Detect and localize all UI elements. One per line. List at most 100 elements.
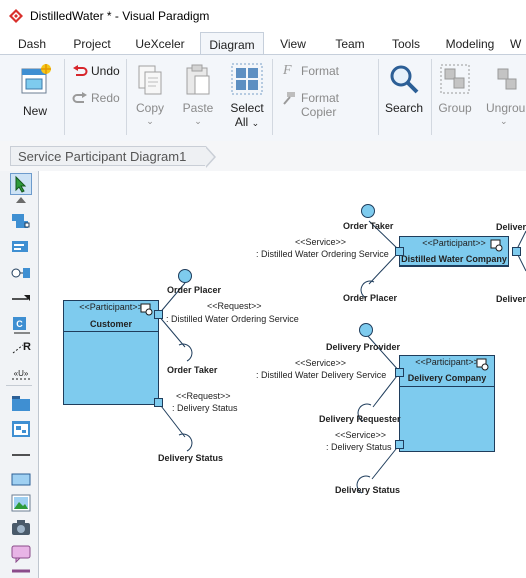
- dwc-port-ordering[interactable]: [395, 247, 404, 256]
- redo-button[interactable]: Redo: [70, 90, 122, 108]
- selection-tool-icon[interactable]: [10, 173, 32, 195]
- redo-icon: [72, 92, 87, 103]
- compartment-divider: [400, 265, 508, 266]
- separator: [126, 59, 127, 135]
- service-name-2: : Distilled Water Delivery Service: [256, 370, 387, 380]
- participant-name: Customer: [89, 319, 132, 329]
- package-tool-icon[interactable]: [10, 393, 32, 413]
- image-tool-icon[interactable]: [10, 493, 32, 513]
- participant-name: Distilled Water Company: [401, 254, 507, 264]
- chevron-down-icon: ⌄: [146, 116, 154, 126]
- tab-view[interactable]: View: [268, 32, 318, 54]
- format-icon: F: [283, 63, 292, 78]
- format-copier-button[interactable]: Format Copier: [280, 90, 376, 119]
- redo-label: Redo: [91, 91, 120, 105]
- ungroup-icon: [497, 68, 517, 90]
- delivery-label-top: Delivery: [496, 222, 526, 232]
- copy-button[interactable]: Copy ⌄: [130, 61, 170, 135]
- order-placer-interface[interactable]: [178, 269, 192, 283]
- paste-button[interactable]: Paste ⌄: [177, 61, 219, 135]
- format-copier-label: Format Copier: [301, 91, 340, 119]
- realization-tool-icon[interactable]: R: [10, 339, 32, 359]
- delivery-provider-interface[interactable]: [359, 323, 373, 337]
- search-label: Search: [384, 101, 424, 115]
- separator: [272, 59, 273, 135]
- new-label: New: [22, 104, 47, 118]
- separator: [431, 59, 432, 135]
- delivery-requester-label: Delivery Requester: [319, 414, 401, 424]
- undo-button[interactable]: Undo: [70, 63, 122, 81]
- chevron-down-icon: ⌄: [251, 118, 260, 128]
- tab-tools[interactable]: Tools: [381, 32, 431, 54]
- delivery-company-port-delivery[interactable]: [395, 368, 404, 377]
- service-stereotype-3: <<Service>>: [335, 430, 387, 440]
- breadcrumb[interactable]: Service Participant Diagram1: [10, 146, 206, 166]
- use-tool-icon[interactable]: «U»: [10, 363, 32, 383]
- tab-window[interactable]: W: [510, 32, 526, 54]
- ungroup-button[interactable]: Ungroup ⌄: [482, 61, 526, 135]
- note-tool-icon[interactable]: [10, 543, 32, 563]
- compartment-divider: [400, 386, 494, 387]
- tab-uexceler[interactable]: UeXceler: [126, 32, 194, 54]
- delivery-company-port-status[interactable]: [395, 440, 404, 449]
- tab-diagram[interactable]: Diagram: [200, 32, 264, 55]
- dwc-port-delivery[interactable]: [512, 247, 521, 256]
- group-button[interactable]: Group: [434, 61, 476, 135]
- copy-icon: [138, 65, 162, 95]
- diagram-toolbox: C R «U»: [0, 171, 39, 578]
- customer-port-status[interactable]: [154, 398, 163, 407]
- format-label: Format: [301, 64, 340, 78]
- port-tool-icon[interactable]: [10, 263, 32, 283]
- tab-project[interactable]: Project: [64, 32, 120, 54]
- svg-text:C: C: [16, 319, 23, 329]
- service-interface-tool-icon[interactable]: [10, 237, 32, 257]
- undo-label: Undo: [91, 64, 120, 78]
- more-tools-icon[interactable]: [10, 565, 32, 577]
- participant-icon: [476, 358, 489, 371]
- capability-tool-icon[interactable]: C: [10, 315, 32, 335]
- participant-icon: [490, 239, 503, 252]
- ungroup-label: Ungroup: [486, 101, 526, 115]
- line-shape-tool-icon[interactable]: [10, 445, 32, 465]
- request-stereotype-2: <<Request>>: [176, 391, 231, 401]
- rectangle-tool-icon[interactable]: [10, 469, 32, 489]
- participant-name: Delivery Company: [407, 373, 487, 383]
- diagram-canvas[interactable]: <<Participant>> Customer Order Placer <<…: [39, 171, 526, 578]
- separator: [378, 59, 379, 135]
- select-all-label-2: All ⌄: [234, 115, 260, 129]
- tab-dash[interactable]: Dash: [6, 32, 58, 54]
- tab-modeling[interactable]: Modeling: [438, 32, 502, 54]
- copy-label: Copy: [135, 101, 164, 115]
- participant-tool-icon[interactable]: [10, 211, 32, 231]
- select-all-icon: [231, 63, 263, 95]
- delivery-company-participant[interactable]: <<Participant>> Delivery Company: [399, 355, 495, 452]
- new-button[interactable]: New: [12, 61, 58, 131]
- distilled-water-company-participant[interactable]: <<Participant>> Distilled Water Company: [399, 236, 509, 267]
- request-name-2: : Delivery Status: [172, 403, 238, 413]
- order-placer-label-2: Order Placer: [343, 293, 398, 303]
- chevron-down-icon: ⌄: [194, 116, 202, 126]
- service-stereotype-2: <<Service>>: [295, 358, 347, 368]
- breadcrumb-bar: Service Participant Diagram1: [0, 141, 526, 171]
- tab-team[interactable]: Team: [325, 32, 375, 54]
- new-diagram-icon: [21, 64, 51, 94]
- search-icon: [390, 65, 419, 94]
- service-name-3: : Delivery Status: [326, 442, 392, 452]
- customer-participant[interactable]: <<Participant>> Customer: [63, 300, 159, 405]
- order-taker-label-2: Order Taker: [343, 221, 394, 231]
- select-all-button[interactable]: Select All ⌄: [226, 61, 268, 135]
- search-button[interactable]: Search: [382, 61, 426, 135]
- customer-port-ordering[interactable]: [154, 310, 163, 319]
- camera-icon[interactable]: [10, 517, 32, 537]
- collapse-up-icon[interactable]: [10, 195, 32, 205]
- format-button[interactable]: F Format: [280, 63, 372, 81]
- line-tool-icon[interactable]: [10, 289, 32, 309]
- paste-icon: [186, 64, 210, 95]
- svg-text:R: R: [23, 341, 31, 353]
- window-title: DistilledWater * - Visual Paradigm: [30, 9, 210, 23]
- delivery-status-label-1: Delivery Status: [158, 453, 224, 463]
- compartment-divider: [64, 331, 158, 332]
- order-taker-interface[interactable]: [361, 204, 375, 218]
- diagram-overview-tool-icon[interactable]: [10, 419, 32, 439]
- chevron-down-icon: ⌄: [500, 116, 508, 126]
